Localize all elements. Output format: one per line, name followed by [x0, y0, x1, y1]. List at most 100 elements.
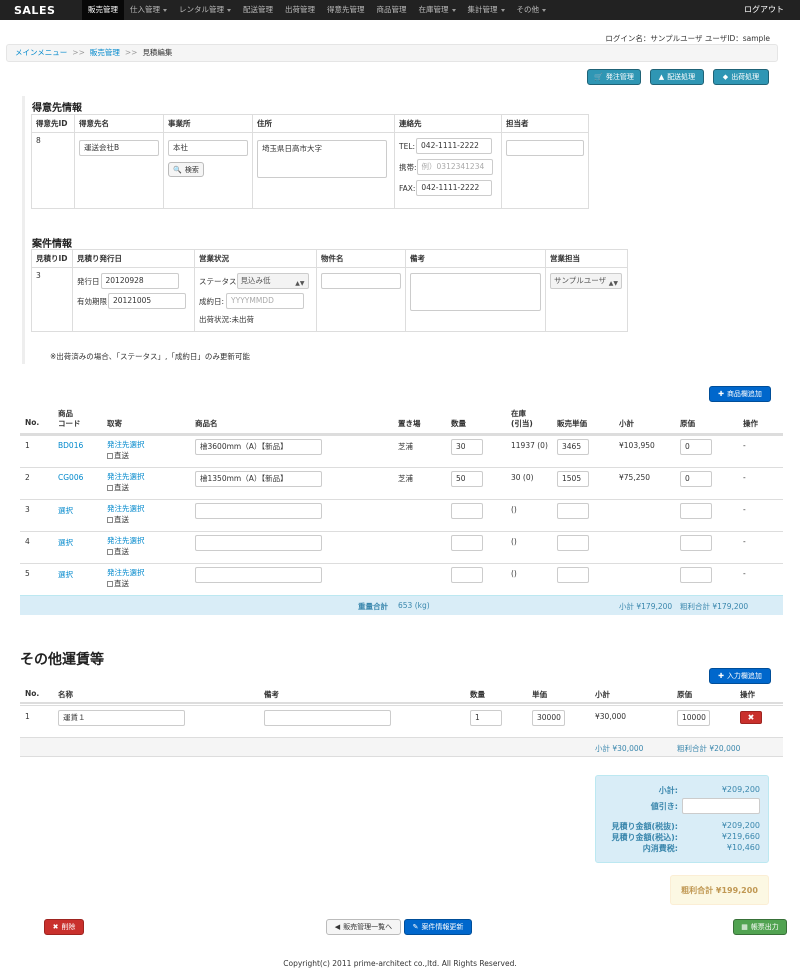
customer-table: 得意先ID 得意先名 事業所 住所 連絡先 担当者 8 運送会社B 本社 🔍 検索…: [31, 114, 589, 209]
direct-ship-checkbox[interactable]: 直送: [107, 482, 129, 493]
status-select[interactable]: 見込み低 ▲▼: [236, 273, 309, 289]
contract-date-input[interactable]: YYYYMMDD: [226, 293, 305, 309]
supplier-select-link[interactable]: 発注先選択: [107, 567, 145, 578]
product-qty-input[interactable]: 50: [451, 471, 483, 487]
freight-price-input[interactable]: 30000: [532, 710, 565, 726]
brand-logo[interactable]: SALES: [14, 4, 55, 17]
issue-date-input[interactable]: 20120928: [100, 273, 179, 289]
freight-cost-input[interactable]: 10000: [677, 710, 710, 726]
delivery-process-button[interactable]: ▲ 配送処理: [650, 69, 704, 85]
product-name-input[interactable]: 檜1350mm（A）【新品】: [195, 471, 322, 487]
product-price-input[interactable]: 1505: [557, 471, 589, 487]
nav-item-8[interactable]: 集計管理: [462, 0, 511, 20]
direct-ship-checkbox[interactable]: 直送: [107, 514, 129, 525]
breadcrumb-separator: >>: [124, 48, 138, 57]
update-case-button[interactable]: ✎ 案件情報更新: [404, 919, 472, 935]
staff-input[interactable]: [506, 140, 584, 156]
direct-ship-checkbox[interactable]: 直送: [107, 450, 129, 461]
freight-name-input[interactable]: 運賃１: [58, 710, 185, 726]
breadcrumb-sales[interactable]: 販売管理: [90, 48, 120, 57]
logout-link[interactable]: ログアウト: [744, 0, 784, 20]
product-code-link[interactable]: BD016: [58, 441, 83, 450]
add-freight-row-button[interactable]: ✚ 入力欄追加: [709, 668, 771, 684]
freight-remarks-input[interactable]: [264, 710, 391, 726]
product-name-input[interactable]: [195, 503, 322, 519]
shipping-process-button[interactable]: ◆ 出荷処理: [713, 69, 769, 85]
freight-summary-bar: 小計 ¥30,000 粗利合計 ¥20,000: [20, 737, 783, 757]
total-subtotal-label: 小計:: [658, 786, 678, 795]
breadcrumb: メインメニュー >> 販売管理 >> 見積編集: [6, 44, 778, 62]
col-office: 事業所: [163, 114, 253, 133]
supplier-select-link[interactable]: 発注先選択: [107, 503, 145, 514]
freight-qty-input[interactable]: 1: [470, 710, 502, 726]
product-price-input[interactable]: [557, 535, 589, 551]
nav-item-5[interactable]: 得意先管理: [321, 0, 371, 20]
nav-item-3[interactable]: 配送管理: [237, 0, 279, 20]
product-code-link[interactable]: 選択: [58, 569, 73, 580]
delete-button[interactable]: ✖ 削除: [44, 919, 84, 935]
mobile-input[interactable]: 例）0312341234: [416, 159, 493, 175]
product-cost-input[interactable]: 0: [680, 439, 712, 455]
fax-input[interactable]: 042-1111-2222: [416, 180, 493, 196]
nav-item-9[interactable]: その他: [511, 0, 553, 20]
customer-name-input[interactable]: 運送会社B: [79, 140, 159, 156]
product-cost-input[interactable]: [680, 503, 712, 519]
issue-date-label: 発行日: [77, 276, 100, 286]
product-name-input[interactable]: 檜3600mm（A）【新品】: [195, 439, 322, 455]
back-to-list-button[interactable]: ◀ 販売管理一覧へ: [326, 919, 401, 935]
total-subtotal-value: ¥209,200: [721, 785, 760, 794]
delete-freight-row-button[interactable]: ✖: [740, 711, 762, 724]
col-remarks: 備考: [405, 249, 546, 268]
freight-row-no: 1: [25, 712, 30, 721]
nav-item-4[interactable]: 出荷管理: [279, 0, 321, 20]
direct-ship-checkbox[interactable]: 直送: [107, 546, 129, 557]
product-price-input[interactable]: [557, 503, 589, 519]
product-name-input[interactable]: [195, 535, 322, 551]
col-quote-id: 見積りID: [31, 249, 73, 268]
col-operation: 操作: [743, 419, 758, 428]
supplier-select-link[interactable]: 発注先選択: [107, 471, 145, 482]
product-code-link[interactable]: 選択: [58, 505, 73, 516]
order-management-button[interactable]: 🛒 発注管理: [587, 69, 641, 85]
property-name-input[interactable]: [321, 273, 401, 289]
nav-item-1[interactable]: 仕入管理: [124, 0, 173, 20]
plus-icon: ✚: [718, 672, 724, 680]
product-qty-input[interactable]: 30: [451, 439, 483, 455]
nav-item-0[interactable]: 販売管理: [82, 0, 124, 20]
nav-item-label: 仕入管理: [130, 5, 160, 14]
nav-item-7[interactable]: 在庫管理: [413, 0, 462, 20]
nav-item-6[interactable]: 商品管理: [371, 0, 413, 20]
tel-input[interactable]: 042-1111-2222: [416, 138, 493, 154]
product-qty-input[interactable]: [451, 567, 483, 583]
freight-subtotal: ¥30,000: [595, 712, 627, 721]
office-input[interactable]: 本社: [168, 140, 248, 156]
product-price-input[interactable]: 3465: [557, 439, 589, 455]
product-code-link[interactable]: CG006: [58, 473, 83, 482]
product-code-link[interactable]: 選択: [58, 537, 73, 548]
nav-item-2[interactable]: レンタル管理: [173, 0, 237, 20]
add-product-row-button[interactable]: ✚ 商品欄追加: [709, 386, 771, 402]
supplier-select-link[interactable]: 発注先選択: [107, 535, 145, 546]
product-price-input[interactable]: [557, 567, 589, 583]
print-report-button[interactable]: ▦ 帳票出力: [733, 919, 787, 935]
col-supplier: 取寄: [107, 419, 122, 428]
breadcrumb-main-menu[interactable]: メインメニュー: [15, 48, 67, 57]
checkbox-icon: [107, 549, 113, 555]
product-cost-input[interactable]: 0: [680, 471, 712, 487]
product-qty-input[interactable]: [451, 503, 483, 519]
product-name-input[interactable]: [195, 567, 322, 583]
expiry-date-input[interactable]: 20121005: [108, 293, 186, 309]
direct-ship-checkbox[interactable]: 直送: [107, 578, 129, 589]
products-subtotal-sum: 小計 ¥179,200: [619, 602, 673, 611]
discount-input[interactable]: [682, 798, 760, 814]
remarks-textarea[interactable]: [410, 273, 541, 311]
products-table-header: No. 商品 コード 取寄 商品名 置き場 数量 在庫 (引当) 販売単価 小計…: [20, 406, 783, 435]
sales-rep-select[interactable]: サンプルユーザ ▲▼: [550, 273, 622, 289]
product-cost-input[interactable]: [680, 535, 712, 551]
supplier-select-link[interactable]: 発注先選択: [107, 439, 145, 450]
address-textarea[interactable]: 埼玉県日高市大字: [257, 140, 387, 178]
product-cost-input[interactable]: [680, 567, 712, 583]
product-qty-input[interactable]: [451, 535, 483, 551]
edit-icon: ✎: [412, 923, 419, 931]
search-button[interactable]: 🔍 検索: [168, 162, 204, 177]
